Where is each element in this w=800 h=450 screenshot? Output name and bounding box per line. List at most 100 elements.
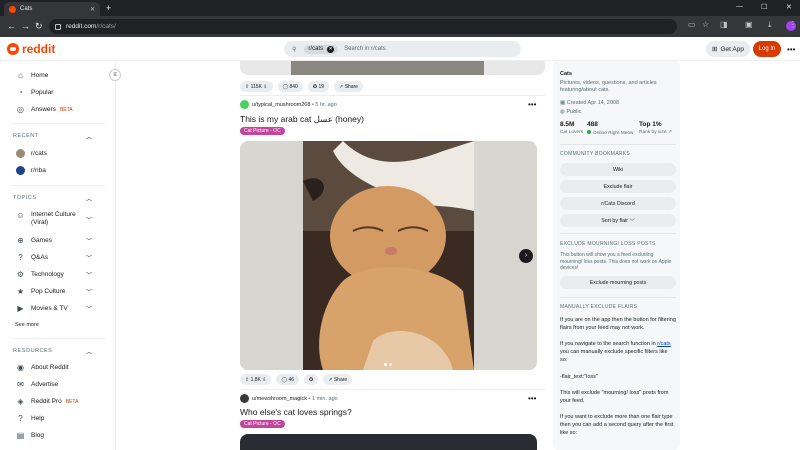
side-panel-icon[interactable]: ▣ <box>745 20 753 29</box>
download-icon[interactable]: ⤓ <box>768 20 772 30</box>
post-title[interactable]: Who else's cat loves springs? <box>240 407 352 417</box>
share-button[interactable]: ↗ Share <box>323 374 353 385</box>
chevron-up-icon[interactable]: ︿ <box>86 194 92 203</box>
close-window-icon[interactable]: ✕ <box>786 3 792 11</box>
sidebar-item-games[interactable]: ⊕ Games <box>16 236 52 245</box>
sort-by-flair-button[interactable]: Sort by flair ﹀ <box>560 214 676 227</box>
login-button[interactable]: Log In <box>753 41 781 57</box>
sidebar-divider <box>11 123 105 124</box>
sidebar-item-about[interactable]: ◉ About Reddit <box>16 363 69 372</box>
see-more-link[interactable]: See more <box>15 322 39 328</box>
site-info-icon[interactable] <box>55 23 61 30</box>
more-options-icon[interactable]: ••• <box>787 45 795 54</box>
search-scope-chip[interactable]: r/cats ✕ <box>304 44 339 54</box>
sidebar-item-help[interactable]: ? Help <box>16 414 44 423</box>
sidebar-item-answers[interactable]: ◎ Answers BETA <box>16 105 73 114</box>
vote-button[interactable]: ⇧ 115K ⇩ <box>240 81 273 92</box>
vote-button[interactable]: ⇧ 1.8K ⇩ <box>240 374 272 385</box>
post-meta: u/typical_mushroom268 • 5 hr. ago <box>240 100 337 109</box>
discord-button[interactable]: r/Cats Discord <box>560 197 676 210</box>
close-tab-icon[interactable]: ✕ <box>90 6 95 13</box>
new-tab-icon[interactable]: + <box>106 3 111 13</box>
comments-button[interactable]: ◯ 840 <box>277 81 303 92</box>
comments-button[interactable]: ◯ 46 <box>276 374 300 385</box>
award-button[interactable]: ✪ <box>304 374 319 385</box>
external-link-icon[interactable]: ↗ <box>668 130 672 135</box>
reload-icon[interactable]: ↻ <box>35 21 43 32</box>
chevron-down-icon[interactable]: ﹀ <box>86 253 92 262</box>
exclude-mourning-button[interactable]: Exclude mourning posts <box>560 276 676 289</box>
sidebar-item-r-nba[interactable]: r/nba <box>16 166 46 175</box>
remove-scope-icon[interactable]: ✕ <box>327 45 335 53</box>
chevron-down-icon[interactable]: ﹀ <box>86 287 92 296</box>
post-options-icon[interactable]: ••• <box>528 394 536 403</box>
online-dot-icon <box>587 130 591 134</box>
pop-culture-icon: ★ <box>16 287 25 296</box>
downvote-icon[interactable]: ⇩ <box>262 377 266 383</box>
previous-post-media[interactable] <box>240 61 545 75</box>
exclude-flair-button[interactable]: Exclude flair <box>560 180 676 193</box>
post-separator <box>240 95 545 96</box>
sidebar-item-reddit-pro[interactable]: ◈ Reddit Pro BETA <box>16 397 78 406</box>
sidebar-item-popular[interactable]: ◔ Popular <box>16 88 53 97</box>
bookmark-star-icon[interactable]: ☆ <box>702 20 709 29</box>
post-title[interactable]: This is my arab cat عسل (honey) <box>240 114 364 125</box>
get-app-button[interactable]: ⊞ Get App <box>706 41 750 57</box>
share-button[interactable]: ↗ Share <box>334 81 363 92</box>
address-bar[interactable]: reddit.com/r/cats/ <box>49 19 677 34</box>
search-bar[interactable]: ⚲ r/cats ✕ Search in r/cats <box>284 41 521 57</box>
upvote-icon[interactable]: ⇧ <box>245 84 249 90</box>
wiki-button[interactable]: Wiki <box>560 163 676 176</box>
sidebar-item-pop-culture[interactable]: ★ Pop Culture <box>16 287 65 296</box>
manual-p2-end: you can manually exclude specific filter… <box>560 349 668 363</box>
sidebar-item-label: Pop Culture <box>31 288 66 295</box>
community-sidebar: Cats Pictures, videos, questions, and ar… <box>553 61 680 450</box>
maximize-icon[interactable]: ☐ <box>761 3 767 11</box>
sidebar-item-home[interactable]: ⌂ Home <box>16 71 48 80</box>
sidebar-item-qas[interactable]: ? Q&As <box>16 253 48 262</box>
extensions-icon[interactable]: ◨ <box>720 20 728 29</box>
post-flair[interactable]: Cat Picture - OC <box>240 420 285 428</box>
cast-icon[interactable]: ▭ <box>688 20 696 29</box>
chevron-down-icon[interactable]: ﹀ <box>86 236 92 245</box>
user-avatar[interactable] <box>240 100 249 109</box>
post-flair[interactable]: Cat Picture - OC <box>240 127 285 135</box>
back-icon[interactable]: ← <box>7 21 16 31</box>
award-count: 19 <box>318 83 324 90</box>
comment-icon: ◯ <box>281 376 288 383</box>
sidebar-item-advertise[interactable]: ✉ Advertise <box>16 380 58 389</box>
chevron-up-icon[interactable]: ︿ <box>86 347 92 356</box>
nba-community-icon <box>16 166 25 175</box>
sidebar-item-blog[interactable]: ▤ Blog <box>16 431 44 440</box>
downvote-icon[interactable]: ⇩ <box>263 84 267 90</box>
post-time: 5 hr. ago <box>315 101 337 108</box>
post-media-gallery[interactable]: › <box>240 141 537 370</box>
post-author[interactable]: u/typical_mushroom268 <box>252 102 310 108</box>
sidebar-item-label: Internet Culture (Viral) <box>31 211 76 226</box>
next-image-button[interactable]: › <box>519 249 533 263</box>
upvote-icon[interactable]: ⇧ <box>245 377 249 383</box>
chevron-up-icon[interactable]: ︿ <box>86 132 92 141</box>
user-avatar[interactable] <box>240 394 249 403</box>
browser-menu-icon[interactable]: ⋮ <box>789 20 797 29</box>
post-options-icon[interactable]: ••• <box>528 100 536 109</box>
chevron-down-icon[interactable]: ﹀ <box>86 270 92 279</box>
chevron-down-icon[interactable]: ﹀ <box>86 215 92 224</box>
browser-tab[interactable]: Cats ✕ <box>4 2 100 16</box>
sidebar-item-technology[interactable]: ⚙ Technology <box>16 270 64 279</box>
exclude-heading: EXCLUDE MOURNING/ LOSS POSTS <box>560 241 656 247</box>
forward-icon[interactable]: → <box>21 21 30 31</box>
chevron-down-icon[interactable]: ﹀ <box>86 304 92 313</box>
award-button[interactable]: ✪ 19 <box>307 81 329 92</box>
r-cats-link[interactable]: r/cats <box>657 341 670 347</box>
exclude-description: This button will show you a feed excludi… <box>560 252 672 271</box>
sidebar-item-internet-culture[interactable]: ☺ Internet Culture (Viral) <box>16 211 83 227</box>
reddit-logo[interactable]: reddit <box>7 42 55 56</box>
sidebar-item-movies-tv[interactable]: ▶ Movies & TV <box>16 304 67 313</box>
post-separator <box>240 389 545 390</box>
post-media[interactable] <box>240 434 537 450</box>
post-author[interactable]: u/mewshroom_magick <box>252 396 307 402</box>
minimize-icon[interactable]: — <box>736 3 743 10</box>
collapse-sidebar-button[interactable]: ≡ <box>109 69 121 81</box>
sidebar-item-r-cats[interactable]: r/cats <box>16 149 47 158</box>
